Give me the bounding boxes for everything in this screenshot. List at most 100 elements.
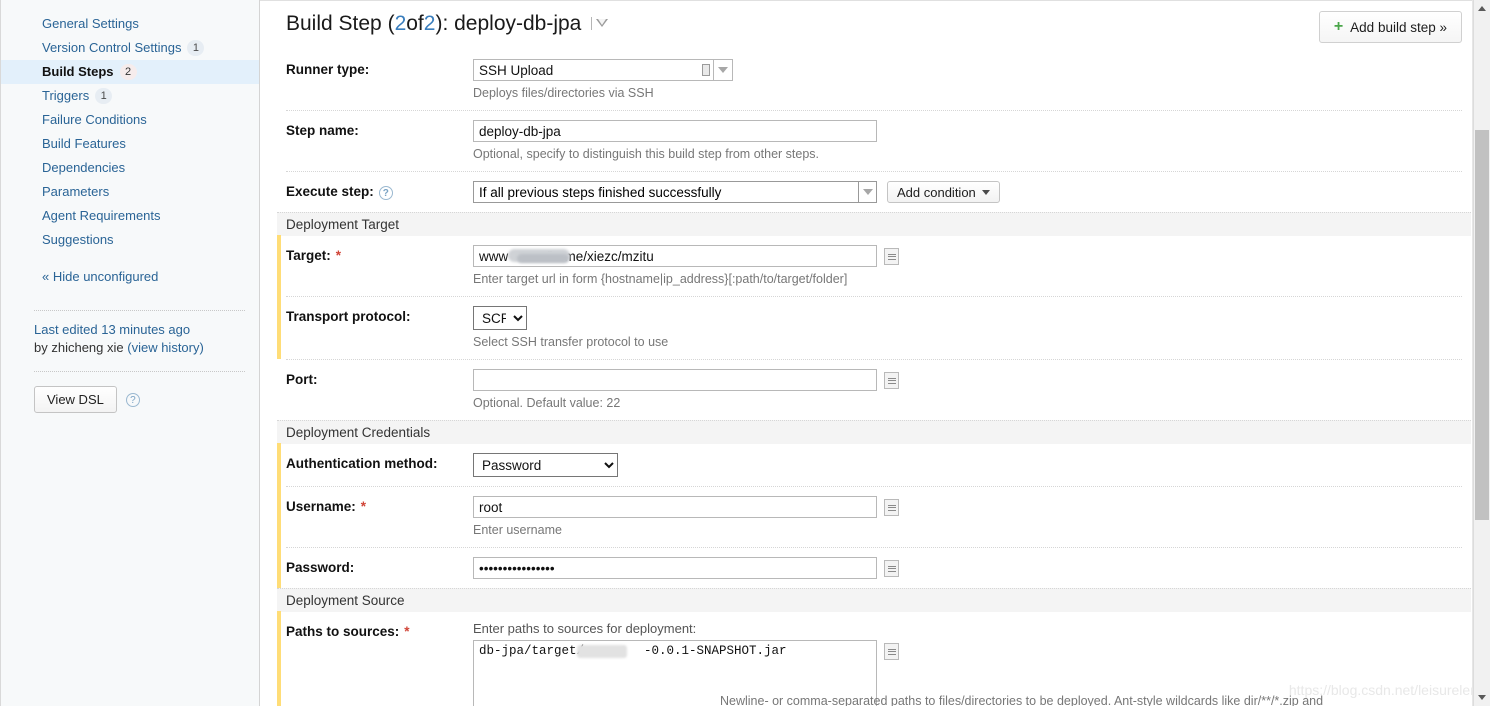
required-marker: *: [404, 624, 410, 639]
hide-unconfigured-link[interactable]: « Hide unconfigured: [0, 266, 259, 288]
page-title-prefix: Build Step (: [286, 12, 395, 35]
sidebar-item-label: Build Steps: [42, 64, 114, 79]
username-label: Username: *: [286, 496, 473, 538]
sidebar-item-label: Triggers: [42, 88, 90, 103]
sidebar-item-general-settings[interactable]: General Settings: [0, 12, 259, 36]
build-step-form: Runner type: SSH Upload Deploys files/di…: [277, 50, 1471, 706]
sidebar-item-badge: 2: [119, 64, 137, 80]
step-name-field: Optional, specify to distinguish this bu…: [473, 120, 1462, 162]
page-title-mid: of: [406, 12, 424, 35]
username-label-text: Username:: [286, 499, 356, 514]
row-execute-step: Execute step: ? If all previous steps fi…: [286, 171, 1462, 212]
target-edit-icon[interactable]: [884, 248, 899, 265]
target-input-wrap: [473, 245, 877, 267]
row-step-name: Step name: Optional, specify to distingu…: [286, 110, 1462, 171]
plus-icon: +: [1333, 18, 1344, 35]
target-input[interactable]: [473, 245, 877, 267]
scroll-down-button[interactable]: [1474, 689, 1490, 706]
execute-step-value: If all previous steps finished successfu…: [473, 181, 858, 203]
section-deployment-source: Deployment Source: [277, 588, 1471, 612]
scrollbar-thumb[interactable]: [1475, 130, 1489, 520]
execute-step-select[interactable]: If all previous steps finished successfu…: [473, 181, 877, 203]
runner-type-dropdown-arrow[interactable]: [713, 59, 733, 81]
username-input[interactable]: [473, 496, 877, 518]
username-edit-icon[interactable]: [884, 499, 899, 516]
execute-step-dropdown-arrow[interactable]: [858, 181, 877, 203]
page-title-suffix: ): deploy-db-jpa: [435, 12, 582, 35]
main-content: Build Step (2 of 2): deploy-db-jpa + Add…: [260, 0, 1490, 706]
execute-step-label: Execute step: ?: [286, 181, 473, 203]
last-edited-info: Last edited 13 minutes ago by zhicheng x…: [0, 311, 259, 357]
sidebar-nav: General Settings Version Control Setting…: [0, 0, 259, 288]
sidebar-item-suggestions[interactable]: Suggestions: [0, 228, 259, 252]
execute-step-label-text: Execute step:: [286, 184, 374, 199]
view-dsl-row: View DSL ?: [34, 371, 245, 413]
port-edit-icon[interactable]: [884, 372, 899, 389]
transport-protocol-hint: Select SSH transfer protocol to use: [473, 335, 669, 349]
sidebar-item-label: Suggestions: [42, 232, 114, 247]
password-input[interactable]: [473, 557, 877, 579]
target-label: Target: *: [286, 245, 473, 287]
target-label-text: Target:: [286, 248, 331, 263]
view-dsl-button[interactable]: View DSL: [34, 386, 117, 413]
chevron-down-icon: [718, 67, 728, 73]
add-condition-button[interactable]: Add condition: [887, 181, 1000, 203]
add-build-step-label: Add build step »: [1350, 19, 1447, 35]
vertical-scrollbar[interactable]: [1473, 0, 1490, 706]
chevron-down-icon: [1478, 695, 1486, 700]
sidebar-left-rule: [0, 0, 1, 706]
chevron-up-icon: [1478, 6, 1486, 11]
paths-to-sources-label: Paths to sources: *: [286, 621, 473, 706]
paths-to-sources-label-text: Paths to sources:: [286, 624, 400, 639]
runner-type-combo[interactable]: SSH Upload: [473, 59, 733, 81]
row-username: Username: * Enter username: [277, 486, 1462, 547]
runner-type-label: Runner type:: [286, 62, 370, 77]
runner-type-value: SSH Upload: [473, 59, 699, 81]
help-icon[interactable]: ?: [378, 186, 393, 200]
page-title-total-steps: 2: [423, 12, 436, 35]
paths-edit-icon[interactable]: [884, 643, 899, 660]
runner-type-picker-icon[interactable]: [699, 59, 713, 81]
password-edit-icon[interactable]: [884, 560, 899, 577]
sidebar-item-label: Build Features: [42, 136, 126, 151]
sidebar-item-label: Version Control Settings: [42, 40, 182, 55]
sidebar-item-build-steps[interactable]: Build Steps 2: [0, 60, 259, 84]
sidebar-item-failure-conditions[interactable]: Failure Conditions: [0, 108, 259, 132]
section-deployment-target: Deployment Target: [277, 212, 1471, 236]
help-icon[interactable]: ?: [125, 392, 140, 407]
step-name-input[interactable]: [473, 120, 877, 142]
chevron-down-icon: [596, 18, 609, 29]
runner-type-field: SSH Upload Deploys files/directories via…: [473, 59, 1462, 101]
chevron-down-icon: [862, 189, 873, 195]
sidebar-item-build-features[interactable]: Build Features: [0, 132, 259, 156]
teamcity-build-step-page: General Settings Version Control Setting…: [0, 0, 1490, 706]
step-name-hint: Optional, specify to distinguish this bu…: [473, 147, 820, 161]
step-name-label: Step name:: [286, 123, 359, 138]
transport-protocol-select[interactable]: SCPSFTP: [473, 306, 527, 330]
add-build-step-button[interactable]: + Add build step »: [1318, 11, 1462, 43]
sidebar-item-version-control-settings[interactable]: Version Control Settings 1: [0, 36, 259, 60]
port-input[interactable]: [473, 369, 877, 391]
settings-sidebar: General Settings Version Control Setting…: [0, 0, 260, 706]
step-menu-toggle[interactable]: [591, 17, 609, 30]
top-divider: [260, 0, 1490, 1]
title-separator: [591, 17, 593, 30]
view-history-link[interactable]: (view history): [127, 340, 204, 355]
runner-type-hint: Deploys files/directories via SSH: [473, 86, 654, 100]
username-field: Enter username: [473, 496, 1462, 538]
transport-protocol-field: SCPSFTP Select SSH transfer protocol to …: [473, 306, 1462, 350]
auth-method-select[interactable]: PasswordUploaded keyDefault private keyC…: [473, 453, 618, 477]
sidebar-item-label: Failure Conditions: [42, 112, 147, 127]
port-hint: Optional. Default value: 22: [473, 396, 621, 410]
sidebar-item-parameters[interactable]: Parameters: [0, 180, 259, 204]
password-field: [473, 557, 1462, 579]
paths-to-sources-above-hint: Enter paths to sources for deployment:: [473, 621, 697, 636]
sidebar-item-agent-requirements[interactable]: Agent Requirements: [0, 204, 259, 228]
scroll-up-button[interactable]: [1474, 0, 1490, 17]
sidebar-item-dependencies[interactable]: Dependencies: [0, 156, 259, 180]
sidebar-item-triggers[interactable]: Triggers 1: [0, 84, 259, 108]
auth-method-field: PasswordUploaded keyDefault private keyC…: [473, 453, 1462, 477]
sidebar-item-label: Parameters: [42, 184, 110, 199]
required-marker: *: [360, 499, 367, 514]
section-deployment-credentials: Deployment Credentials: [277, 420, 1471, 444]
